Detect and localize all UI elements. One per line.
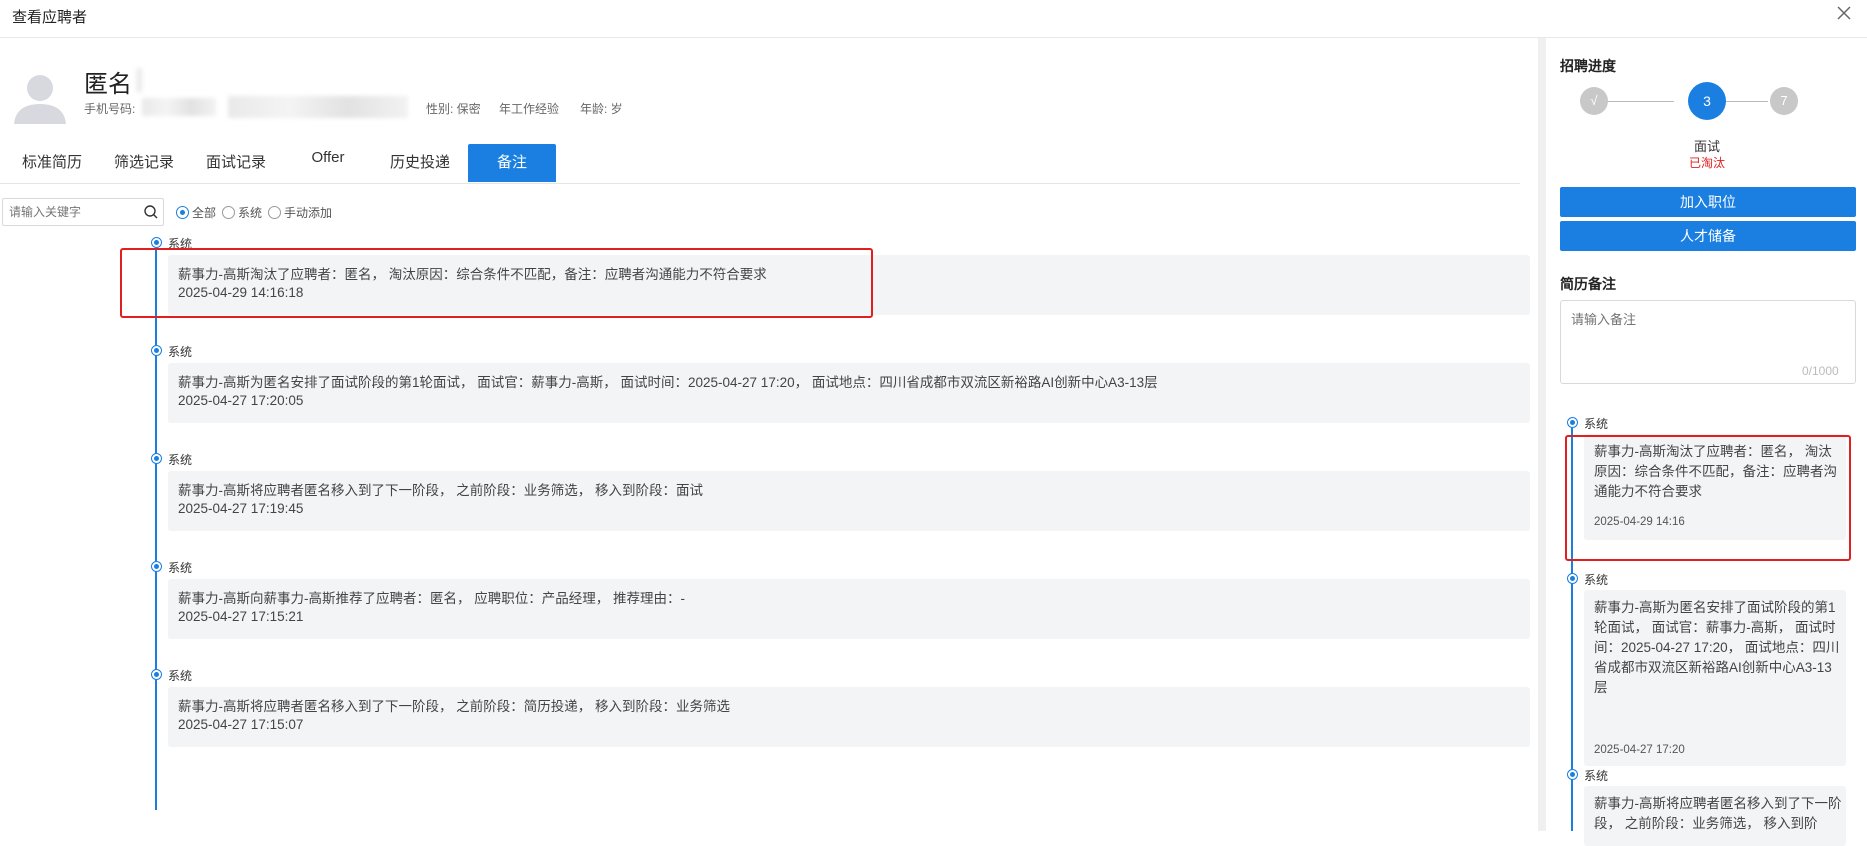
entry-source: 系统 [168,345,193,359]
timeline-line [155,250,157,810]
filter-all[interactable]: 全部 [176,204,216,221]
resume-note-title: 简历备注 [1560,276,1616,292]
radio-icon [268,206,282,219]
entry-source: 系统 [168,561,193,575]
entry-time: 2025-04-27 17:19:45 [178,501,304,516]
radio-icon [222,206,236,219]
gender-info: 性别: 保密 [426,102,481,116]
tab-offer[interactable]: Offer [290,139,366,177]
entry-time: 2025-04-27 17:15:21 [178,609,304,624]
search-icon[interactable] [143,204,159,220]
timeline-node-icon [1567,769,1578,780]
side-entry-source: 系统 [1584,417,1609,431]
filter-system[interactable]: 系统 [222,204,262,221]
step-done-icon: √ [1580,87,1608,115]
panel-divider [1538,38,1546,831]
tab-notes[interactable]: 备注 [468,144,556,182]
filter-all-label: 全部 [192,206,217,220]
tab-bar: 标准简历 筛选记录 面试记录 Offer 历史投递 备注 [0,144,1520,184]
tab-interview[interactable]: 面试记录 [198,144,274,182]
highlight-box [1565,435,1851,561]
side-entry-text: 薪事力-高斯为匿名安排了面试阶段的第1轮面试， 面试官：薪事力-高斯， 面试时间… [1594,600,1840,695]
source-filter: 全部 系统 手动添加 [176,204,332,221]
tab-history[interactable]: 历史投递 [382,144,458,182]
phone-label: 手机号码: [84,102,136,116]
experience-info: 年工作经验 [499,102,560,116]
side-entry-time: 2025-04-27 17:20 [1594,744,1685,756]
entry-source: 系统 [168,453,193,467]
filter-manual[interactable]: 手动添加 [268,204,332,221]
filter-manual-label: 手动添加 [284,206,333,220]
highlight-box [120,248,873,318]
side-entry-source: 系统 [1584,769,1609,783]
dialog-header: 查看应聘者 [0,0,1867,38]
side-timeline-entry: 薪事力-高斯为匿名安排了面试阶段的第1轮面试， 面试官：薪事力-高斯， 面试时间… [1584,590,1846,766]
add-position-button[interactable]: 加入职位 [1560,187,1856,217]
entry-text: 薪事力-高斯为匿名安排了面试阶段的第1轮面试， 面试官：薪事力-高斯， 面试时间… [178,375,1158,390]
timeline-node-icon [1567,417,1578,428]
redacted-block [136,68,142,92]
char-counter: 0/1000 [1802,364,1839,378]
entry-text: 薪事力-高斯将应聘者匿名移入到了下一阶段， 之前阶段：业务筛选， 移入到阶段：面… [178,483,703,498]
redacted-phone [142,98,216,116]
timeline-entry: 薪事力-高斯将应聘者匿名移入到了下一阶段， 之前阶段：简历投递， 移入到阶段：业… [168,687,1530,747]
side-entry-text: 薪事力-高斯将应聘者匿名移入到了下一阶段， 之前阶段：业务筛选， 移入到阶 [1594,796,1842,831]
step-current: 3 [1688,82,1726,120]
timeline-entry: 薪事力-高斯为匿名安排了面试阶段的第1轮面试， 面试官：薪事力-高斯， 面试时间… [168,363,1530,423]
talent-reserve-button[interactable]: 人才储备 [1560,221,1856,251]
timeline-node-icon [151,237,162,248]
stage-status: 已淘汰 [1688,156,1725,170]
candidate-name: 匿名 [84,71,132,98]
entry-time: 2025-04-27 17:15:07 [178,717,304,732]
search-input[interactable] [3,199,133,225]
timeline-node-icon [1567,573,1578,584]
radio-checked-icon [176,206,189,219]
side-panel: 招聘进度 √ 3 7 面试 已淘汰 加入职位 人才储备 简历备注 0/1000 … [1546,38,1867,846]
timeline-entry: 薪事力-高斯将应聘者匿名移入到了下一阶段， 之前阶段：业务筛选， 移入到阶段：面… [168,471,1530,531]
timeline-node-icon [151,669,162,680]
current-stage: 面试 [1693,139,1720,154]
redacted-info [228,96,408,118]
side-timeline-entry: 薪事力-高斯将应聘者匿名移入到了下一阶段， 之前阶段：业务筛选， 移入到阶 [1584,786,1846,846]
avatar [14,75,66,124]
age-info: 年龄: 岁 [580,102,623,116]
filter-system-label: 系统 [238,206,263,220]
close-icon[interactable] [1835,4,1853,22]
step-future: 7 [1770,87,1798,115]
dialog-title: 查看应聘者 [12,9,88,26]
timeline-node-icon [151,345,162,356]
entry-source: 系统 [168,669,193,683]
keyword-search[interactable] [2,198,164,226]
candidate-panel: 匿名 手机号码: 性别: 保密 年工作经验 年龄: 岁 标准简历 筛选记录 面试… [0,38,1538,831]
timeline-node-icon [151,453,162,464]
progress-title: 招聘进度 [1560,58,1616,74]
side-entry-source: 系统 [1584,573,1609,587]
entry-text: 薪事力-高斯向薪事力-高斯推荐了应聘者：匿名， 应聘职位：产品经理， 推荐理由：… [178,591,685,606]
timeline-node-icon [151,561,162,572]
entry-text: 薪事力-高斯将应聘者匿名移入到了下一阶段， 之前阶段：简历投递， 移入到阶段：业… [178,699,730,714]
tab-screening[interactable]: 筛选记录 [106,144,182,182]
entry-time: 2025-04-27 17:20:05 [178,393,304,408]
timeline-entry: 薪事力-高斯向薪事力-高斯推荐了应聘者：匿名， 应聘职位：产品经理， 推荐理由：… [168,579,1530,639]
tab-resume[interactable]: 标准简历 [14,144,90,182]
